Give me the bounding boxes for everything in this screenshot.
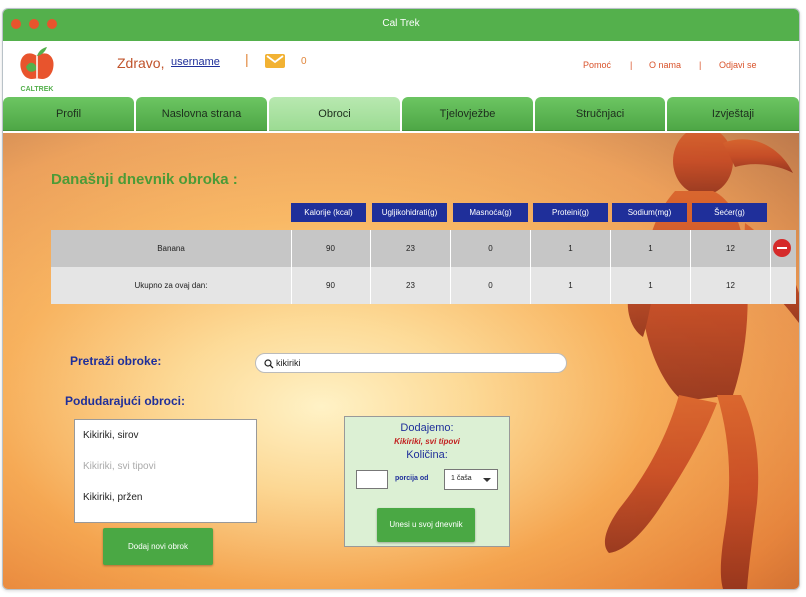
sodium-cell: 1 [611,267,691,304]
caltrek-logo[interactable]: CALTREK [15,43,59,93]
tab-izvjestaji[interactable]: Izvještaji [667,97,799,131]
calories-cell: 90 [291,230,371,267]
table-row: Banana 90 23 0 1 1 12 [51,230,796,267]
column-header-sodium: Sodium(mg) [612,203,687,222]
app-window: Cal Trek CALTREK Zdravo, username | 0 Po… [2,8,800,590]
window-title: Cal Trek [382,18,420,29]
column-header-ugljikohidrati: Ugljikohidrati(g) [372,203,447,222]
meal-name-cell: Banana [51,230,292,267]
meals-page: Današnji dnevnik obroka : Kalorije (kcal… [3,133,799,589]
remove-meal-icon[interactable] [773,239,791,257]
adding-food-name: Kikiriki, svi tipovi [394,437,460,446]
sodium-cell: 1 [611,230,691,267]
carbs-cell: 23 [371,230,451,267]
total-label-cell: Ukupno za ovaj dan: [51,267,292,304]
messages-count: 0 [301,56,307,67]
portion-label: porcija od [395,475,429,482]
unit-select-value: 1 čaša [451,475,472,482]
table-row: Ukupno za ovaj dan: 90 23 0 1 1 12 [51,267,796,304]
calories-cell: 90 [291,267,371,304]
greeting-text: Zdravo, [117,55,165,71]
column-header-kalorije: Kalorije (kcal) [291,203,366,222]
logout-link[interactable]: Odjavi se [719,60,757,70]
column-header-secer: Šećer(g) [692,203,767,222]
link-separator: | [630,60,633,70]
header: CALTREK Zdravo, username | 0 Pomoć | O n… [3,41,799,97]
submit-to-diary-button[interactable]: Unesi u svoj dnevnik [377,508,475,542]
quantity-label: Količina: [406,449,448,461]
title-bar: Cal Trek [3,9,799,41]
search-label: Pretraži obroke: [70,354,162,368]
list-item[interactable]: Kikiriki, sirov [83,430,139,441]
meal-diary-table: Banana 90 23 0 1 1 12 Ukupno za ovaj dan… [51,230,796,304]
list-item[interactable]: Kikiriki, svi tipovi [83,461,156,472]
fat-cell: 0 [451,230,531,267]
about-link[interactable]: O nama [649,60,681,70]
header-separator: | [245,51,249,67]
tab-obroci[interactable]: Obroci [269,97,400,131]
carbs-cell: 23 [371,267,451,304]
column-header-masnoca: Masnoća(g) [453,203,528,222]
main-nav-tabs: Profil Naslovna strana Obroci Tjelovježb… [3,97,799,133]
tab-tjelovjezbe[interactable]: Tjelovježbe [402,97,533,131]
search-icon [264,359,274,369]
protein-cell: 1 [531,230,611,267]
tab-profil[interactable]: Profil [3,97,134,131]
logo-text: CALTREK [21,86,54,93]
protein-cell: 1 [531,267,611,304]
quantity-input[interactable] [356,470,388,489]
matches-label: Podudarajući obroci: [65,394,186,408]
diary-title: Današnji dnevnik obroka : [51,171,238,188]
search-value: kikiriki [276,358,301,368]
add-meal-panel: Dodajemo: Kikiriki, svi tipovi Količina:… [344,416,510,547]
adding-title: Dodajemo: [400,422,454,434]
sugar-cell: 12 [691,230,771,267]
add-new-meal-button[interactable]: Dodaj novi obrok [103,528,213,565]
list-item[interactable]: Kikiriki, pržen [83,492,142,503]
help-link[interactable]: Pomoć [583,60,611,70]
column-header-proteini: Proteini(g) [533,203,608,222]
apple-logo-icon: CALTREK [20,47,54,93]
unit-select[interactable]: 1 čaša [444,469,498,490]
search-input[interactable]: kikiriki [255,353,567,373]
tab-strucnjaci[interactable]: Stručnjaci [535,97,665,131]
matching-meals-list: Kikiriki, sirov Kikiriki, svi tipovi Kik… [74,419,257,523]
tab-naslovna-strana[interactable]: Naslovna strana [136,97,267,131]
username-link[interactable]: username [171,56,220,68]
chevron-down-icon [483,478,491,482]
sugar-cell: 12 [691,267,771,304]
fat-cell: 0 [451,267,531,304]
link-separator: | [699,60,702,70]
envelope-icon [266,55,284,64]
messages-button[interactable] [265,54,285,68]
